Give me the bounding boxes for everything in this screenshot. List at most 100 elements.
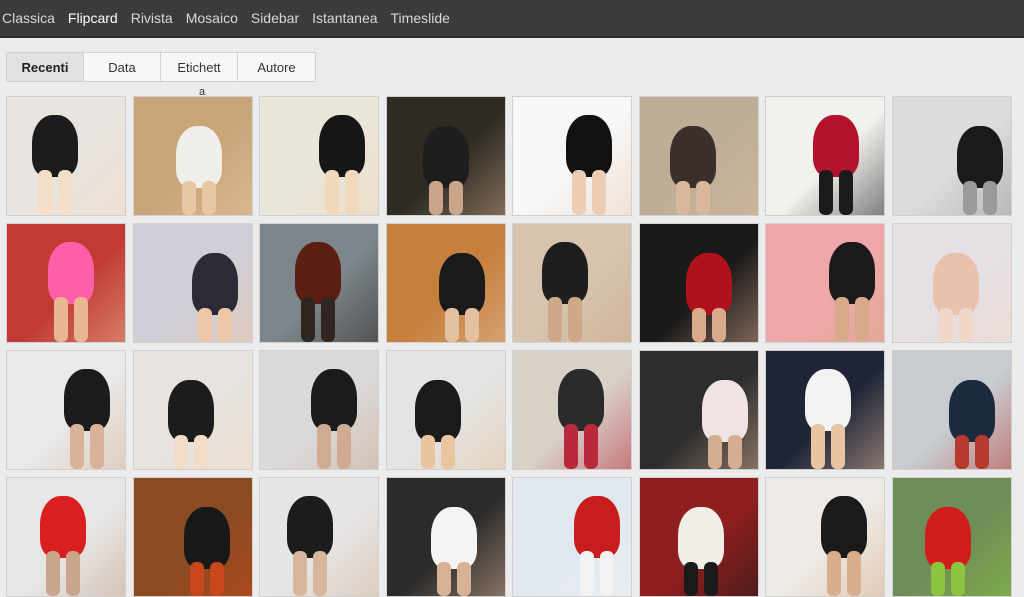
figure-limb [58, 170, 72, 215]
figure-limb [600, 551, 614, 596]
figure-limb [90, 424, 104, 469]
figure-limb [197, 308, 212, 342]
figure-limb [958, 308, 973, 342]
figure-shape [924, 507, 971, 569]
photo-thumbnail[interactable] [132, 350, 253, 470]
figure-shape [311, 369, 357, 431]
tab-autore[interactable]: Autore [238, 53, 315, 81]
photo-thumbnail[interactable] [765, 350, 885, 470]
figure-limb [548, 297, 562, 342]
photo-thumbnail[interactable] [6, 223, 126, 343]
figure-shape [948, 380, 995, 442]
photo-thumbnail[interactable] [132, 223, 253, 343]
figure-limb [189, 562, 204, 596]
figure-shape [813, 115, 859, 177]
photo-thumbnail[interactable] [259, 477, 379, 597]
tab-recenti[interactable]: Recenti [7, 53, 84, 81]
figure-limb [564, 424, 578, 469]
photo-thumbnail[interactable] [512, 96, 632, 216]
photo-thumbnail[interactable] [765, 477, 885, 597]
figure-shape [829, 242, 875, 304]
figure-limb [954, 435, 969, 469]
photo-thumbnail[interactable] [638, 96, 759, 216]
figure-shape [669, 126, 716, 188]
figure-limb [301, 297, 315, 342]
photo-thumbnail[interactable] [765, 96, 885, 216]
figure-limb [217, 308, 232, 342]
figure-shape [40, 496, 86, 558]
figure-shape [175, 126, 222, 188]
photo-thumbnail[interactable] [385, 96, 506, 216]
figure-shape [701, 380, 748, 442]
figure-shape [287, 496, 333, 558]
figure-shape [821, 496, 867, 558]
figure-limb [962, 181, 977, 215]
photo-thumbnail[interactable] [132, 477, 253, 597]
photo-thumbnail[interactable] [132, 96, 253, 216]
view-link-sidebar[interactable]: Sidebar [251, 10, 299, 26]
photo-thumbnail[interactable] [512, 223, 632, 343]
figure-limb [584, 424, 598, 469]
photo-thumbnail[interactable] [638, 350, 759, 470]
photo-thumbnail[interactable] [638, 477, 759, 597]
view-link-flipcard[interactable]: Flipcard [68, 10, 118, 26]
figure-limb [201, 181, 216, 215]
photo-thumbnail[interactable] [891, 477, 1012, 597]
photo-thumbnail[interactable] [385, 223, 506, 343]
figure-limb [420, 435, 435, 469]
photo-thumbnail[interactable] [6, 96, 126, 216]
photo-thumbnail[interactable] [385, 477, 506, 597]
photo-thumbnail[interactable] [259, 350, 379, 470]
figure-limb [448, 181, 463, 215]
photo-thumbnail[interactable] [891, 350, 1012, 470]
figure-limb [568, 297, 582, 342]
figure-limb [950, 562, 965, 596]
photo-thumbnail[interactable] [891, 96, 1012, 216]
photo-thumbnail[interactable] [259, 223, 379, 343]
figure-limb [819, 170, 833, 215]
figure-shape [48, 242, 94, 304]
figure-shape [295, 242, 341, 304]
figure-limb [703, 562, 718, 596]
figure-shape [558, 369, 604, 431]
view-link-timeslide[interactable]: Timeslide [391, 10, 450, 26]
figure-limb [456, 562, 471, 596]
figure-shape [167, 380, 214, 442]
figure-shape [956, 126, 1003, 188]
photo-thumbnail[interactable] [512, 350, 632, 470]
figure-limb [345, 170, 359, 215]
figure-limb [209, 562, 224, 596]
figure-limb [930, 562, 945, 596]
tab-etichett[interactable]: Etichett [161, 53, 238, 81]
figure-limb [46, 551, 60, 596]
figure-limb [580, 551, 594, 596]
view-link-classica[interactable]: Classica [2, 10, 55, 26]
figure-shape [430, 507, 477, 569]
photo-thumbnail[interactable] [891, 223, 1012, 343]
view-switcher-bar: Classica Flipcard Rivista Mosaico Sidebar Ist… [0, 0, 1024, 38]
figure-limb [675, 181, 690, 215]
tab-data[interactable]: Data [84, 53, 161, 81]
figure-shape [566, 115, 612, 177]
photo-thumbnail[interactable] [6, 477, 126, 597]
figure-limb [707, 435, 722, 469]
view-link-rivista[interactable]: Rivista [131, 10, 173, 26]
figure-limb [317, 424, 331, 469]
figure-limb [847, 551, 861, 596]
figure-limb [54, 297, 68, 342]
figure-limb [74, 297, 88, 342]
photo-thumbnail[interactable] [638, 223, 759, 343]
view-link-mosaico[interactable]: Mosaico [186, 10, 238, 26]
photo-thumbnail[interactable] [765, 223, 885, 343]
photo-thumbnail[interactable] [385, 350, 506, 470]
sort-tabs: Recenti Data Etichett Autore [6, 52, 316, 82]
view-link-istantanea[interactable]: Istantanea [312, 10, 377, 26]
figure-limb [827, 551, 841, 596]
photo-thumbnail[interactable] [259, 96, 379, 216]
photo-thumbnail[interactable] [6, 350, 126, 470]
figure-shape [438, 253, 485, 315]
figure-shape [574, 496, 620, 558]
figure-limb [683, 562, 698, 596]
photo-thumbnail[interactable] [512, 477, 632, 597]
figure-limb [691, 308, 706, 342]
